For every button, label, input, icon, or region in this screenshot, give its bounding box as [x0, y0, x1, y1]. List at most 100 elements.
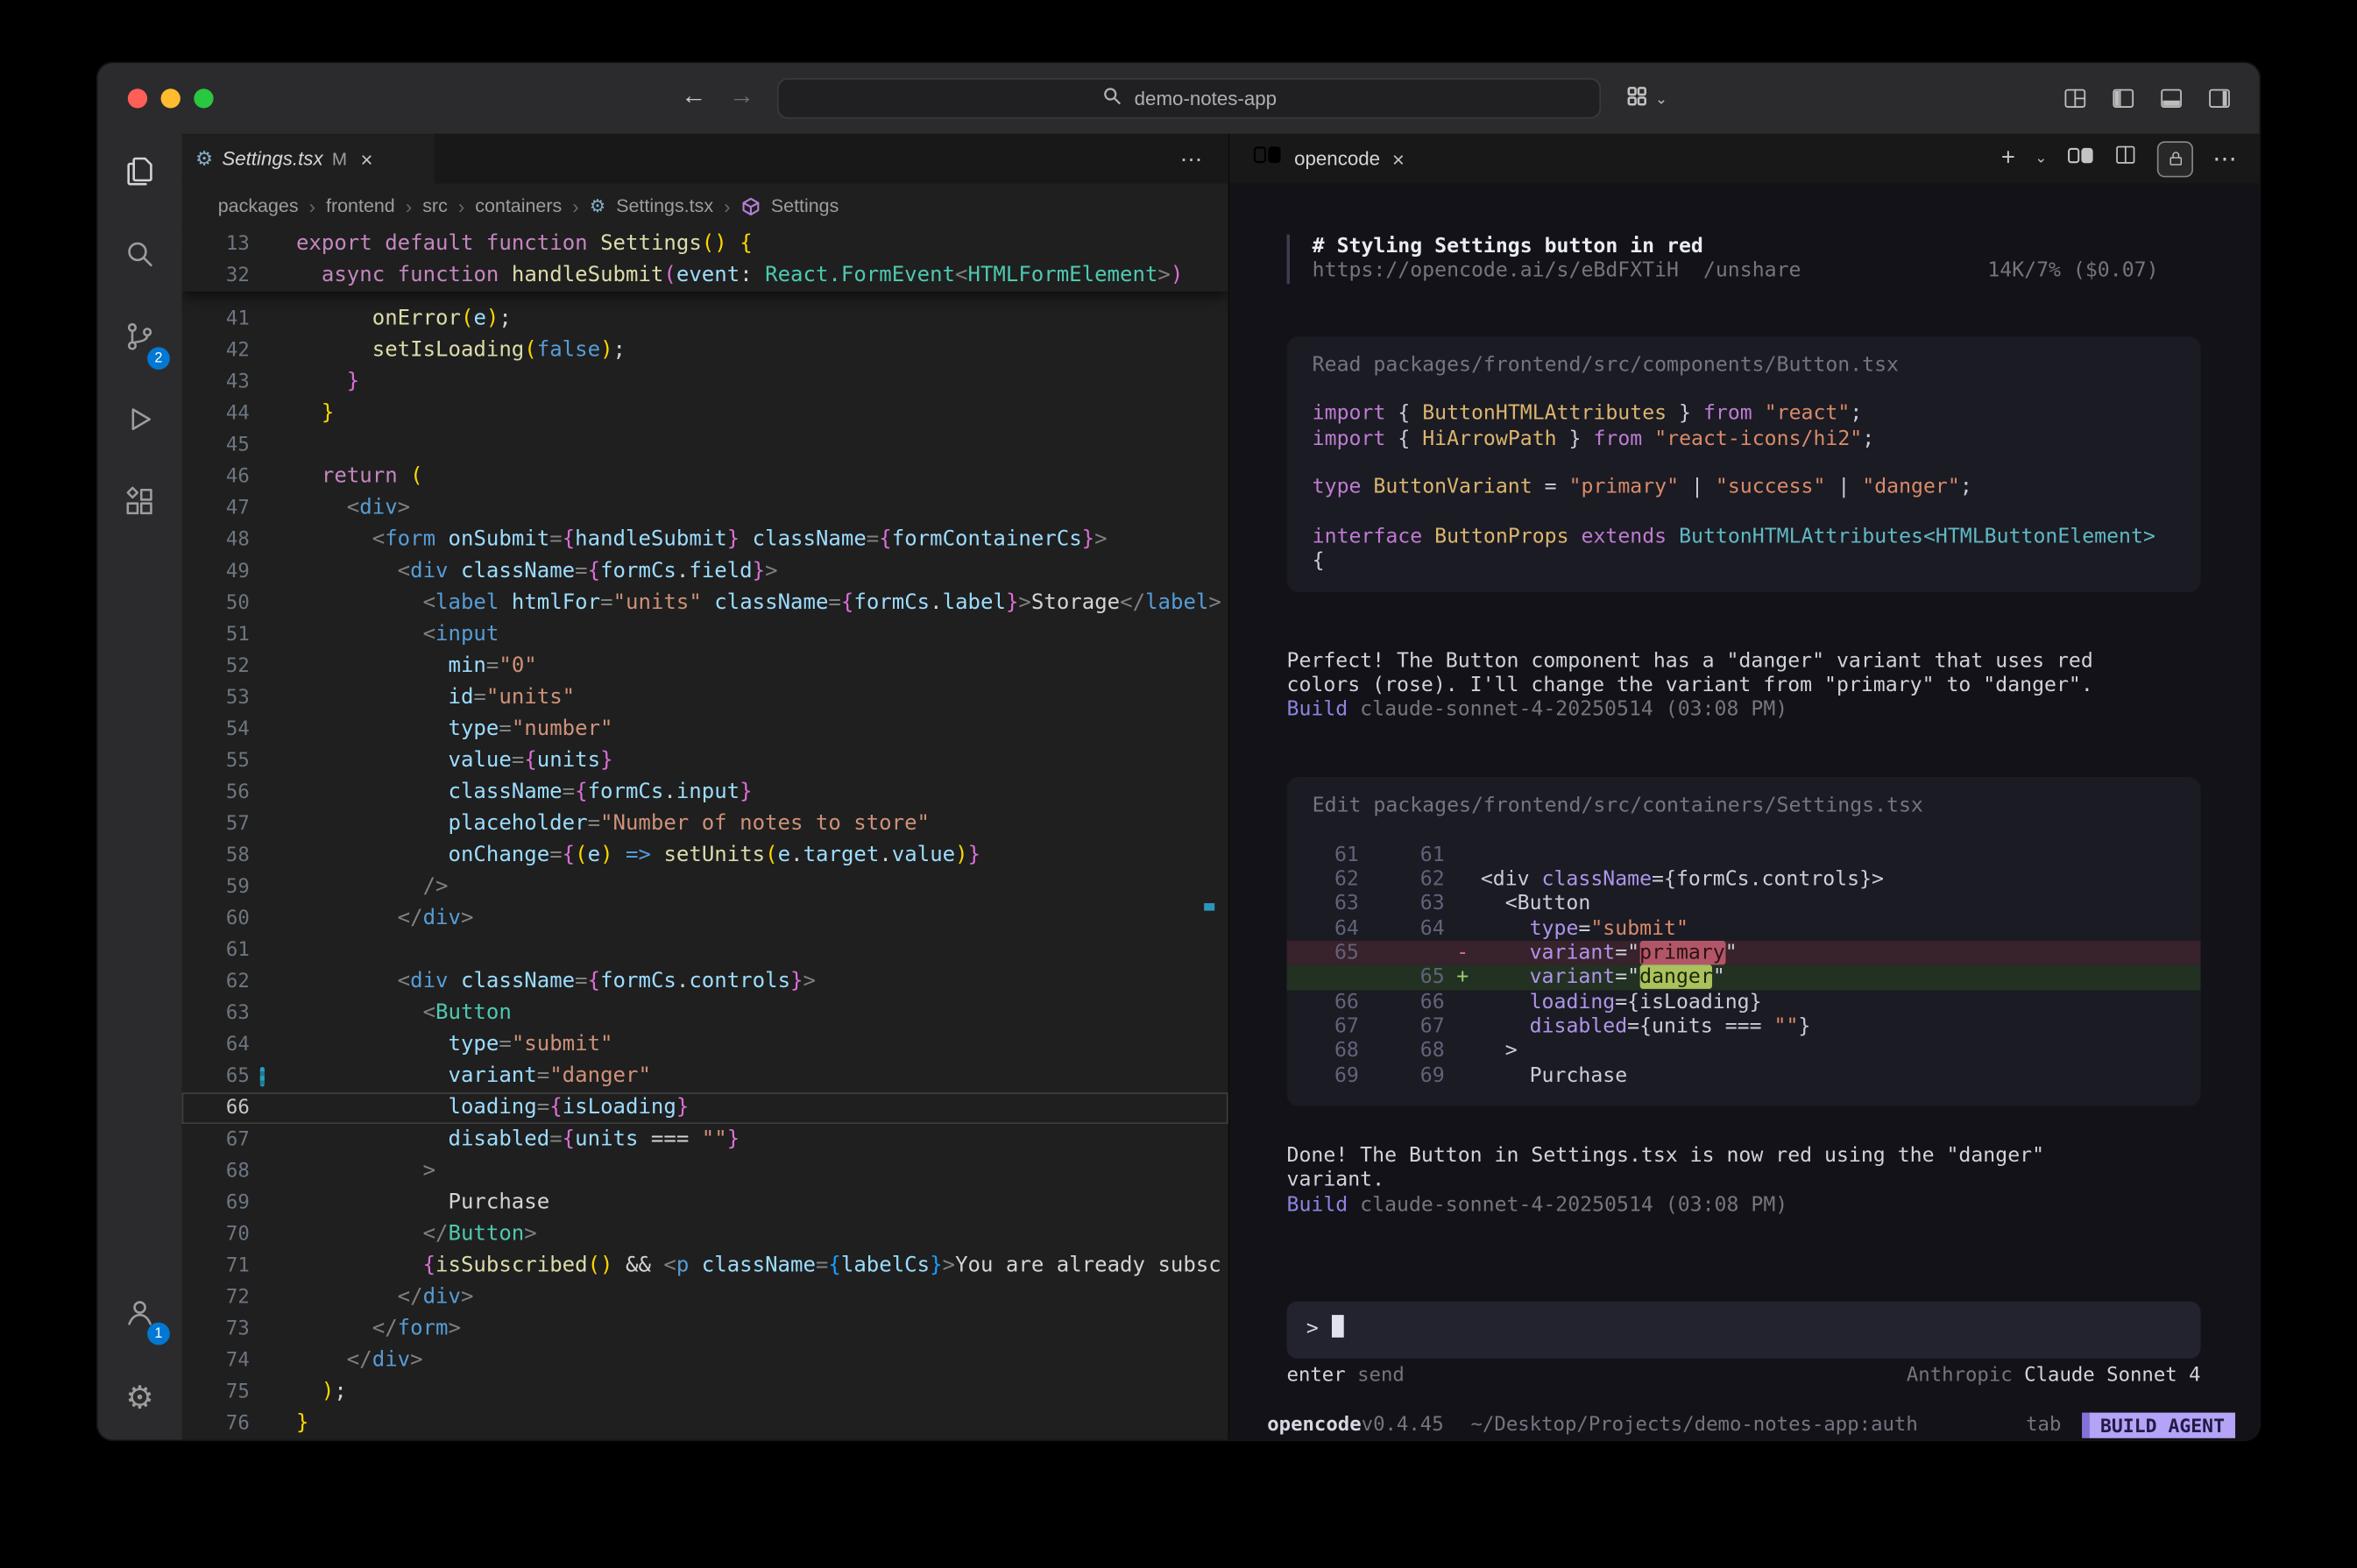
code-line[interactable]: 60 </div>: [182, 903, 1228, 935]
code-line[interactable]: 48 <form onSubmit={handleSubmit} classNa…: [182, 525, 1228, 556]
sidebar-item-extensions[interactable]: [98, 464, 182, 547]
command-center-label: demo-notes-app: [1135, 88, 1277, 110]
code-line[interactable]: 50 <label htmlFor="units" className={for…: [182, 588, 1228, 619]
code-line[interactable]: 62 <div className={formCs.controls}>: [182, 966, 1228, 998]
tab-close-icon[interactable]: ×: [360, 146, 372, 170]
code-line[interactable]: 13export default function Settings() {: [182, 229, 1228, 260]
agent-badge[interactable]: BUILD AGENT: [2090, 1413, 2235, 1438]
toggle-bottom-panel-icon[interactable]: [2159, 86, 2184, 119]
code-line[interactable]: 72 </div>: [182, 1282, 1228, 1313]
toggle-right-sidebar-icon[interactable]: [2206, 86, 2232, 119]
code-line[interactable]: 41 onError(e);: [182, 304, 1228, 335]
breadcrumb-item[interactable]: containers: [475, 195, 562, 216]
breadcrumb-item[interactable]: src: [422, 195, 448, 216]
unshare-link[interactable]: /unshare: [1703, 259, 1801, 283]
terminal-code-line: {: [1287, 549, 2201, 574]
code-line[interactable]: 66 loading={isLoading}: [182, 1092, 1228, 1124]
code-line[interactable]: 71 {isSubscribed() && <p className={labe…: [182, 1250, 1228, 1282]
terminal-tab-label[interactable]: opencode: [1294, 147, 1380, 170]
code-line[interactable]: 46 return (: [182, 462, 1228, 493]
code-line[interactable]: 63 <Button: [182, 998, 1228, 1029]
code-line[interactable]: 55 value={units}: [182, 745, 1228, 777]
code-line[interactable]: 51 <input: [182, 619, 1228, 651]
breadcrumb-item[interactable]: frontend: [326, 195, 395, 216]
diff-line: 6666 loading={isLoading}: [1287, 990, 2201, 1014]
layout-controls: [2063, 86, 2233, 119]
code-line[interactable]: 69 Purchase: [182, 1187, 1228, 1218]
code-line[interactable]: 57 placeholder="Number of notes to store…: [182, 809, 1228, 840]
toggle-left-sidebar-icon[interactable]: [2111, 86, 2136, 119]
gear-file-icon: ⚙: [590, 197, 605, 215]
forward-button[interactable]: →: [729, 81, 754, 111]
breadcrumb-item[interactable]: packages: [218, 195, 299, 216]
terminal-code-line: [1287, 451, 2201, 476]
play-debug-icon: [122, 401, 158, 445]
code-line[interactable]: 52 min="0": [182, 651, 1228, 682]
code-line[interactable]: 73 </form>: [182, 1313, 1228, 1345]
code-line[interactable]: 59 />: [182, 872, 1228, 903]
opencode-tui[interactable]: # Styling Settings button in red https:/…: [1229, 183, 2259, 1439]
code-line[interactable]: 49 <div className={formCs.field}>: [182, 556, 1228, 588]
tab-settings-tsx[interactable]: ⚙ Settings.tsx M ×: [182, 134, 435, 184]
code-line[interactable]: 47 <div>: [182, 493, 1228, 525]
code-editor[interactable]: 41 onError(e);42 setIsLoading(false);43 …: [182, 229, 1228, 1440]
code-line[interactable]: 58 onChange={(e) => setUnits(e.target.va…: [182, 840, 1228, 872]
sidebar-item-explorer[interactable]: [98, 134, 182, 216]
code-line[interactable]: 75 );: [182, 1376, 1228, 1408]
code-line[interactable]: 64 type="submit": [182, 1029, 1228, 1061]
sidebar-item-settings[interactable]: ⚙: [98, 1357, 182, 1439]
chevron-down-icon[interactable]: ⌄: [2035, 151, 2047, 167]
code-line[interactable]: 53 id="units": [182, 682, 1228, 714]
search-icon: [1101, 86, 1122, 111]
sidebar-item-search[interactable]: [98, 216, 182, 299]
chat-input[interactable]: >: [1287, 1302, 2201, 1359]
profile-control[interactable]: ⌄: [1625, 84, 1668, 116]
code-line[interactable]: 76}: [182, 1408, 1228, 1439]
code-line[interactable]: 45: [182, 430, 1228, 462]
minimize-window-button[interactable]: [161, 88, 180, 108]
prompt-caret: >: [1306, 1317, 1319, 1340]
command-center[interactable]: demo-notes-app: [777, 78, 1601, 118]
sidebar-item-accounts[interactable]: 1: [98, 1275, 182, 1357]
code-line[interactable]: 54 type="number": [182, 714, 1228, 745]
code-line[interactable]: 56 className={formCs.input}: [182, 777, 1228, 809]
breadcrumb-item[interactable]: Settings.tsx: [616, 195, 713, 216]
lock-toggle[interactable]: [2157, 140, 2193, 176]
editor-more-actions-icon[interactable]: ⋯: [1180, 145, 1204, 173]
code-lines: 41 onError(e);42 setIsLoading(false);43 …: [182, 304, 1228, 1440]
terminal-code-line: [1287, 378, 2201, 402]
terminal-more-actions-icon[interactable]: ⋯: [2212, 144, 2236, 173]
message-meta: Build claude-sonnet-4-20250514 (03:08 PM…: [1287, 1193, 2201, 1218]
gear-icon: ⚙: [125, 1382, 153, 1414]
back-button[interactable]: ←: [681, 81, 706, 111]
code-line[interactable]: 67 disabled={units === ""}: [182, 1124, 1228, 1155]
desktop: ← → demo-notes-app ⌄: [0, 0, 2357, 1567]
breadcrumb-item[interactable]: Settings: [771, 195, 839, 216]
opencode-status-bar: opencode v0.4.45 ~/Desktop/Projects/demo…: [1229, 1411, 2259, 1440]
search-icon: [122, 236, 158, 279]
split-terminal-icon[interactable]: [2113, 143, 2137, 174]
code-line[interactable]: 65 variant="danger": [182, 1061, 1228, 1092]
opencode-logo-icon: [1252, 145, 1282, 173]
editor-tab-bar: ⚙ Settings.tsx M × ⋯: [182, 134, 1228, 184]
code-line[interactable]: 61: [182, 935, 1228, 966]
new-terminal-icon[interactable]: +: [2001, 146, 2015, 170]
share-url[interactable]: https://opencode.ai/s/eBdFXTiH: [1313, 259, 1679, 283]
sidebar-item-source-control[interactable]: 2: [98, 299, 182, 381]
assistant-message-line: Perfect! The Button component has a "dan…: [1287, 649, 2201, 674]
breadcrumb-separator: ›: [309, 194, 315, 217]
code-line[interactable]: 32 async function handleSubmit(event: Re…: [182, 260, 1228, 292]
opencode-mini-logo-icon[interactable]: [2067, 145, 2094, 173]
zoom-window-button[interactable]: [194, 88, 213, 108]
code-line[interactable]: 70 </Button>: [182, 1218, 1228, 1250]
code-line[interactable]: 44 }: [182, 399, 1228, 430]
activity-bar: 2 1: [98, 134, 182, 1440]
customize-layout-icon[interactable]: [2063, 86, 2088, 119]
code-line[interactable]: 68 >: [182, 1155, 1228, 1187]
code-line[interactable]: 43 }: [182, 367, 1228, 399]
sidebar-item-run-debug[interactable]: [98, 382, 182, 464]
close-window-button[interactable]: [128, 88, 147, 108]
code-line[interactable]: 42 setIsLoading(false);: [182, 335, 1228, 367]
terminal-close-icon[interactable]: ×: [1392, 146, 1405, 170]
code-line[interactable]: 74 </div>: [182, 1345, 1228, 1376]
